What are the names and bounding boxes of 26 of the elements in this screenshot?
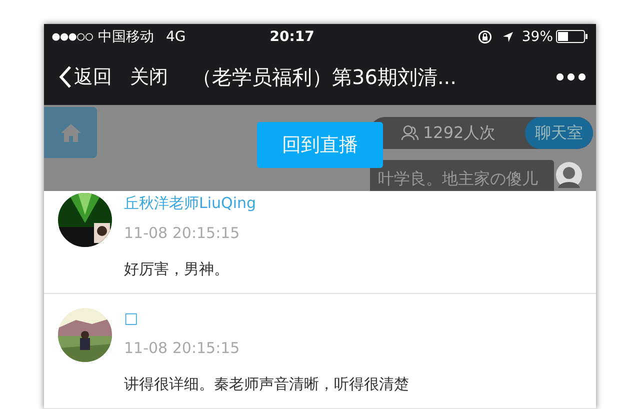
location-arrow-icon bbox=[502, 30, 514, 43]
close-button[interactable]: 关闭 bbox=[130, 64, 168, 90]
battery-icon bbox=[556, 30, 588, 44]
comment-time: 11-08 20:15:15 bbox=[124, 223, 241, 243]
comment-time: 11-08 20:15:15 bbox=[124, 338, 241, 358]
comment-text: 好厉害，男神。 bbox=[124, 259, 230, 279]
back-to-live-button[interactable]: 回到直播 bbox=[257, 122, 383, 168]
home-icon bbox=[60, 122, 82, 142]
chevron-left-icon bbox=[58, 65, 72, 90]
chat-room-button[interactable]: 聊天室 bbox=[525, 117, 593, 149]
comment-text: 讲得很详细。秦老师声音清晰，听得很清楚 bbox=[124, 374, 409, 394]
signal-icon bbox=[52, 32, 94, 41]
commenter-name[interactable]: 丘秋洋老师LiuQing bbox=[124, 193, 256, 213]
page-title: （老学员福利）第36期刘清... bbox=[192, 64, 458, 91]
back-button[interactable]: 返回 bbox=[58, 64, 112, 90]
viewer-count: 1292人次 bbox=[423, 122, 496, 144]
chat-avatar-icon bbox=[556, 162, 582, 190]
chat-bubble: 叶学良。地主家の傻儿 bbox=[370, 160, 554, 191]
battery-percent: 39% bbox=[522, 28, 553, 45]
carrier-name: 中国移动 bbox=[98, 28, 154, 46]
rotation-lock-icon bbox=[478, 30, 492, 44]
network-type: 4G bbox=[166, 28, 186, 45]
commenter-name[interactable]: □ bbox=[124, 308, 409, 328]
more-icon[interactable] bbox=[556, 73, 586, 82]
clock-time: 20:17 bbox=[270, 28, 314, 45]
person-icon bbox=[401, 125, 419, 141]
